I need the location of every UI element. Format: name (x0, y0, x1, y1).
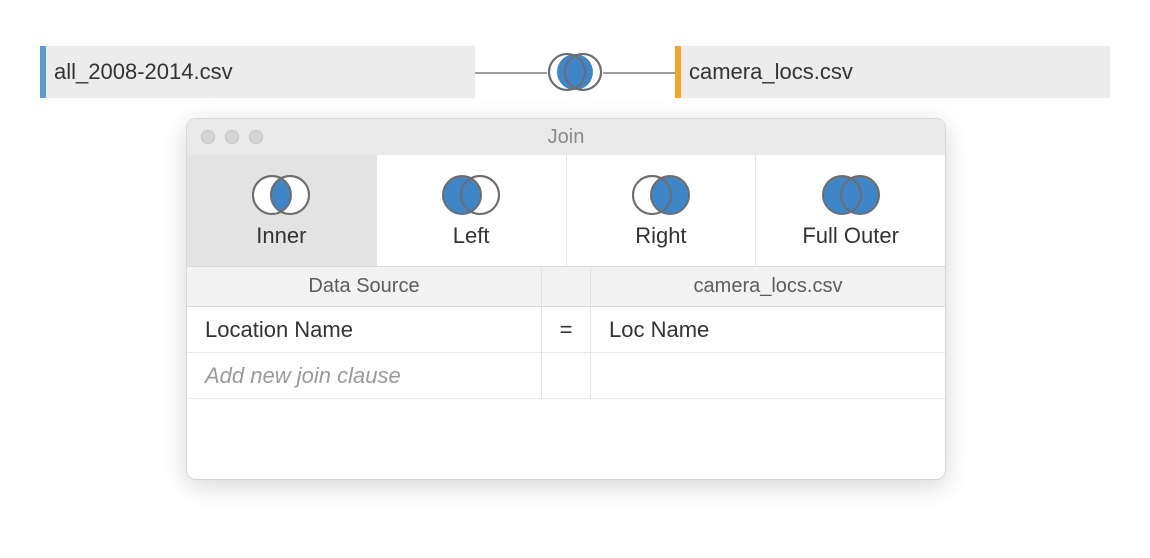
join-type-left-label: Left (453, 223, 490, 249)
close-icon[interactable] (201, 130, 215, 144)
datasource-right-accent (675, 46, 681, 98)
venn-inner-icon (248, 173, 314, 217)
join-panel-bottom-padding (187, 399, 945, 479)
join-connector[interactable] (475, 46, 675, 98)
join-clause-header: Data Source camera_locs.csv (187, 267, 945, 307)
datasource-row: all_2008-2014.csv camera_locs.csv (40, 46, 1110, 98)
datasource-right-label: camera_locs.csv (689, 59, 853, 85)
join-clause-row[interactable]: Location Name = Loc Name (187, 307, 945, 353)
clause-header-right: camera_locs.csv (591, 267, 945, 306)
join-type-inner[interactable]: Inner (187, 155, 377, 266)
join-panel: Join Inner (186, 118, 946, 480)
clause-left-field[interactable]: Location Name (187, 307, 541, 352)
clause-operator-placeholder (541, 353, 591, 398)
minimize-icon[interactable] (225, 130, 239, 144)
add-join-clause[interactable]: Add new join clause (187, 353, 945, 399)
clause-header-op (541, 267, 591, 306)
datasource-right[interactable]: camera_locs.csv (675, 46, 1110, 98)
venn-right-icon (628, 173, 694, 217)
venn-full-icon (818, 173, 884, 217)
add-join-clause-label: Add new join clause (187, 353, 541, 398)
join-type-full[interactable]: Full Outer (756, 155, 945, 266)
clause-right-placeholder (591, 353, 945, 398)
join-type-full-label: Full Outer (802, 223, 899, 249)
join-type-right[interactable]: Right (567, 155, 757, 266)
join-titlebar: Join (187, 119, 945, 155)
window-controls (201, 130, 263, 144)
join-type-right-label: Right (635, 223, 686, 249)
join-type-inner-label: Inner (256, 223, 306, 249)
join-type-left[interactable]: Left (377, 155, 567, 266)
datasource-left-label: all_2008-2014.csv (54, 59, 233, 85)
datasource-left[interactable]: all_2008-2014.csv (40, 46, 475, 98)
clause-operator: = (541, 307, 591, 352)
join-title: Join (187, 126, 945, 149)
zoom-icon[interactable] (249, 130, 263, 144)
clause-header-left: Data Source (187, 267, 541, 306)
venn-left-icon (438, 173, 504, 217)
datasource-left-accent (40, 46, 46, 98)
venn-inner-icon (547, 50, 603, 94)
clause-right-field[interactable]: Loc Name (591, 307, 945, 352)
join-type-row: Inner Left (187, 155, 945, 267)
